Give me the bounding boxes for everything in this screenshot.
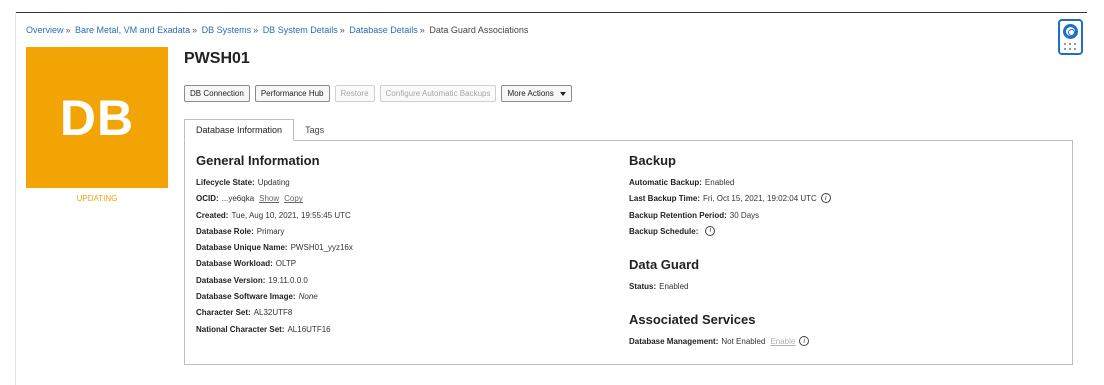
left-rule <box>15 12 16 385</box>
tab-tags[interactable]: Tags <box>294 119 335 141</box>
breadcrumb-db-system-details[interactable]: DB System Details <box>263 25 338 35</box>
automatic-backup-value: Enabled <box>704 178 735 187</box>
database-software-image-row: Database Software Image: None <box>196 292 318 302</box>
action-toolbar: DB Connection Performance Hub Restore Co… <box>184 85 572 102</box>
enable-management-link[interactable]: Enable <box>770 337 795 346</box>
general-information-section: General Information Lifecycle State: Upd… <box>196 153 616 341</box>
data-guard-title: Data Guard <box>629 257 700 273</box>
database-tile: DB <box>26 47 168 188</box>
breadcrumb-database-details[interactable]: Database Details <box>349 25 418 35</box>
data-guard-status-row: Status: Enabled <box>629 282 689 292</box>
automatic-backup-row: Automatic Backup: Enabled <box>629 178 735 187</box>
db-connection-button[interactable]: DB Connection <box>184 85 250 102</box>
info-icon[interactable]: i <box>705 225 716 236</box>
lifecycle-state-row: Lifecycle State: Updating <box>196 178 290 187</box>
lifecycle-state-value: Updating <box>257 178 290 187</box>
configure-automatic-backups-button[interactable]: Configure Automatic Backups <box>379 85 497 102</box>
dots-grid-icon <box>1064 43 1078 51</box>
lifecycle-status-badge: UPDATING <box>76 194 118 203</box>
breadcrumb: Overview» Bare Metal, VM and Exadata» DB… <box>26 25 529 35</box>
tab-database-information[interactable]: Database Information <box>184 119 295 141</box>
caret-down-icon <box>559 91 566 96</box>
breadcrumb-bare-metal[interactable]: Bare Metal, VM and Exadata <box>75 25 190 35</box>
page-title: PWSH01 <box>184 50 250 67</box>
general-information-title: General Information <box>196 153 320 168</box>
breadcrumb-db-systems[interactable]: DB Systems <box>202 25 252 35</box>
ocid-copy-link[interactable]: Copy <box>284 194 303 203</box>
last-backup-time-row: Last Backup Time: Fri, Oct 15, 2021, 19:… <box>629 193 1059 210</box>
database-role-value: Primary <box>256 226 285 236</box>
backup-title: Backup <box>629 153 676 168</box>
ocid-show-link[interactable]: Show <box>259 194 279 203</box>
character-set-value: AL32UTF8 <box>253 308 293 318</box>
help-button[interactable] <box>1058 19 1083 55</box>
associated-services-title: Associated Services <box>629 312 756 328</box>
national-character-set-value: AL16UTF16 <box>287 324 331 334</box>
database-information-panel: General Information Lifecycle State: Upd… <box>184 140 1073 365</box>
database-management-row: Database Management: Not Enabled Enable … <box>629 336 1059 353</box>
backup-retention-row: Backup Retention Period: 30 Days <box>629 210 760 220</box>
database-software-image-value: None <box>298 292 318 302</box>
character-set-row: Character Set: AL32UTF8 <box>196 308 293 318</box>
last-backup-time-value: Fri, Oct 15, 2021, 19:02:04 UTC <box>702 194 817 204</box>
database-tile-text: DB <box>59 89 135 146</box>
restore-button[interactable]: Restore <box>334 85 375 102</box>
backup-schedule-row: Backup Schedule: i <box>629 225 1059 243</box>
database-role-row: Database Role: Primary <box>196 226 285 236</box>
top-rule <box>15 12 1087 13</box>
database-workload-value: OLTP <box>275 259 297 269</box>
database-workload-row: Database Workload: OLTP <box>196 259 297 269</box>
data-guard-status-value: Enabled <box>659 282 689 292</box>
right-column: Backup Automatic Backup: Enabled Last Ba… <box>629 153 1059 354</box>
database-unique-name-value: PWSH01_yyz16x <box>290 243 353 253</box>
performance-hub-button[interactable]: Performance Hub <box>254 85 330 102</box>
database-unique-name-row: Database Unique Name: PWSH01_yyz16x <box>196 243 353 253</box>
info-icon[interactable]: i <box>799 336 810 347</box>
tab-bar: Database Information Tags <box>184 119 335 141</box>
ocid-value: ...ye6qka <box>221 194 255 204</box>
created-value: Tue, Aug 10, 2021, 19:55:45 UTC <box>231 210 351 220</box>
breadcrumb-current: Data Guard Associations <box>429 25 529 35</box>
database-version-row: Database Version: 19.11.0.0.0 <box>196 275 308 285</box>
ocid-row: OCID: ...ye6qka Show Copy <box>196 194 303 204</box>
more-actions-button[interactable]: More Actions <box>501 85 572 102</box>
info-icon[interactable]: i <box>820 193 831 204</box>
breadcrumb-overview[interactable]: Overview <box>26 25 64 35</box>
backup-retention-value: 30 Days <box>729 210 760 220</box>
database-management-value: Not Enabled <box>721 337 766 347</box>
life-ring-icon <box>1063 24 1078 39</box>
national-character-set-row: National Character Set: AL16UTF16 <box>196 324 331 334</box>
database-version-value: 19.11.0.0.0 <box>268 275 308 285</box>
created-row: Created: Tue, Aug 10, 2021, 19:55:45 UTC <box>196 210 351 220</box>
more-actions-label: More Actions <box>507 89 554 98</box>
